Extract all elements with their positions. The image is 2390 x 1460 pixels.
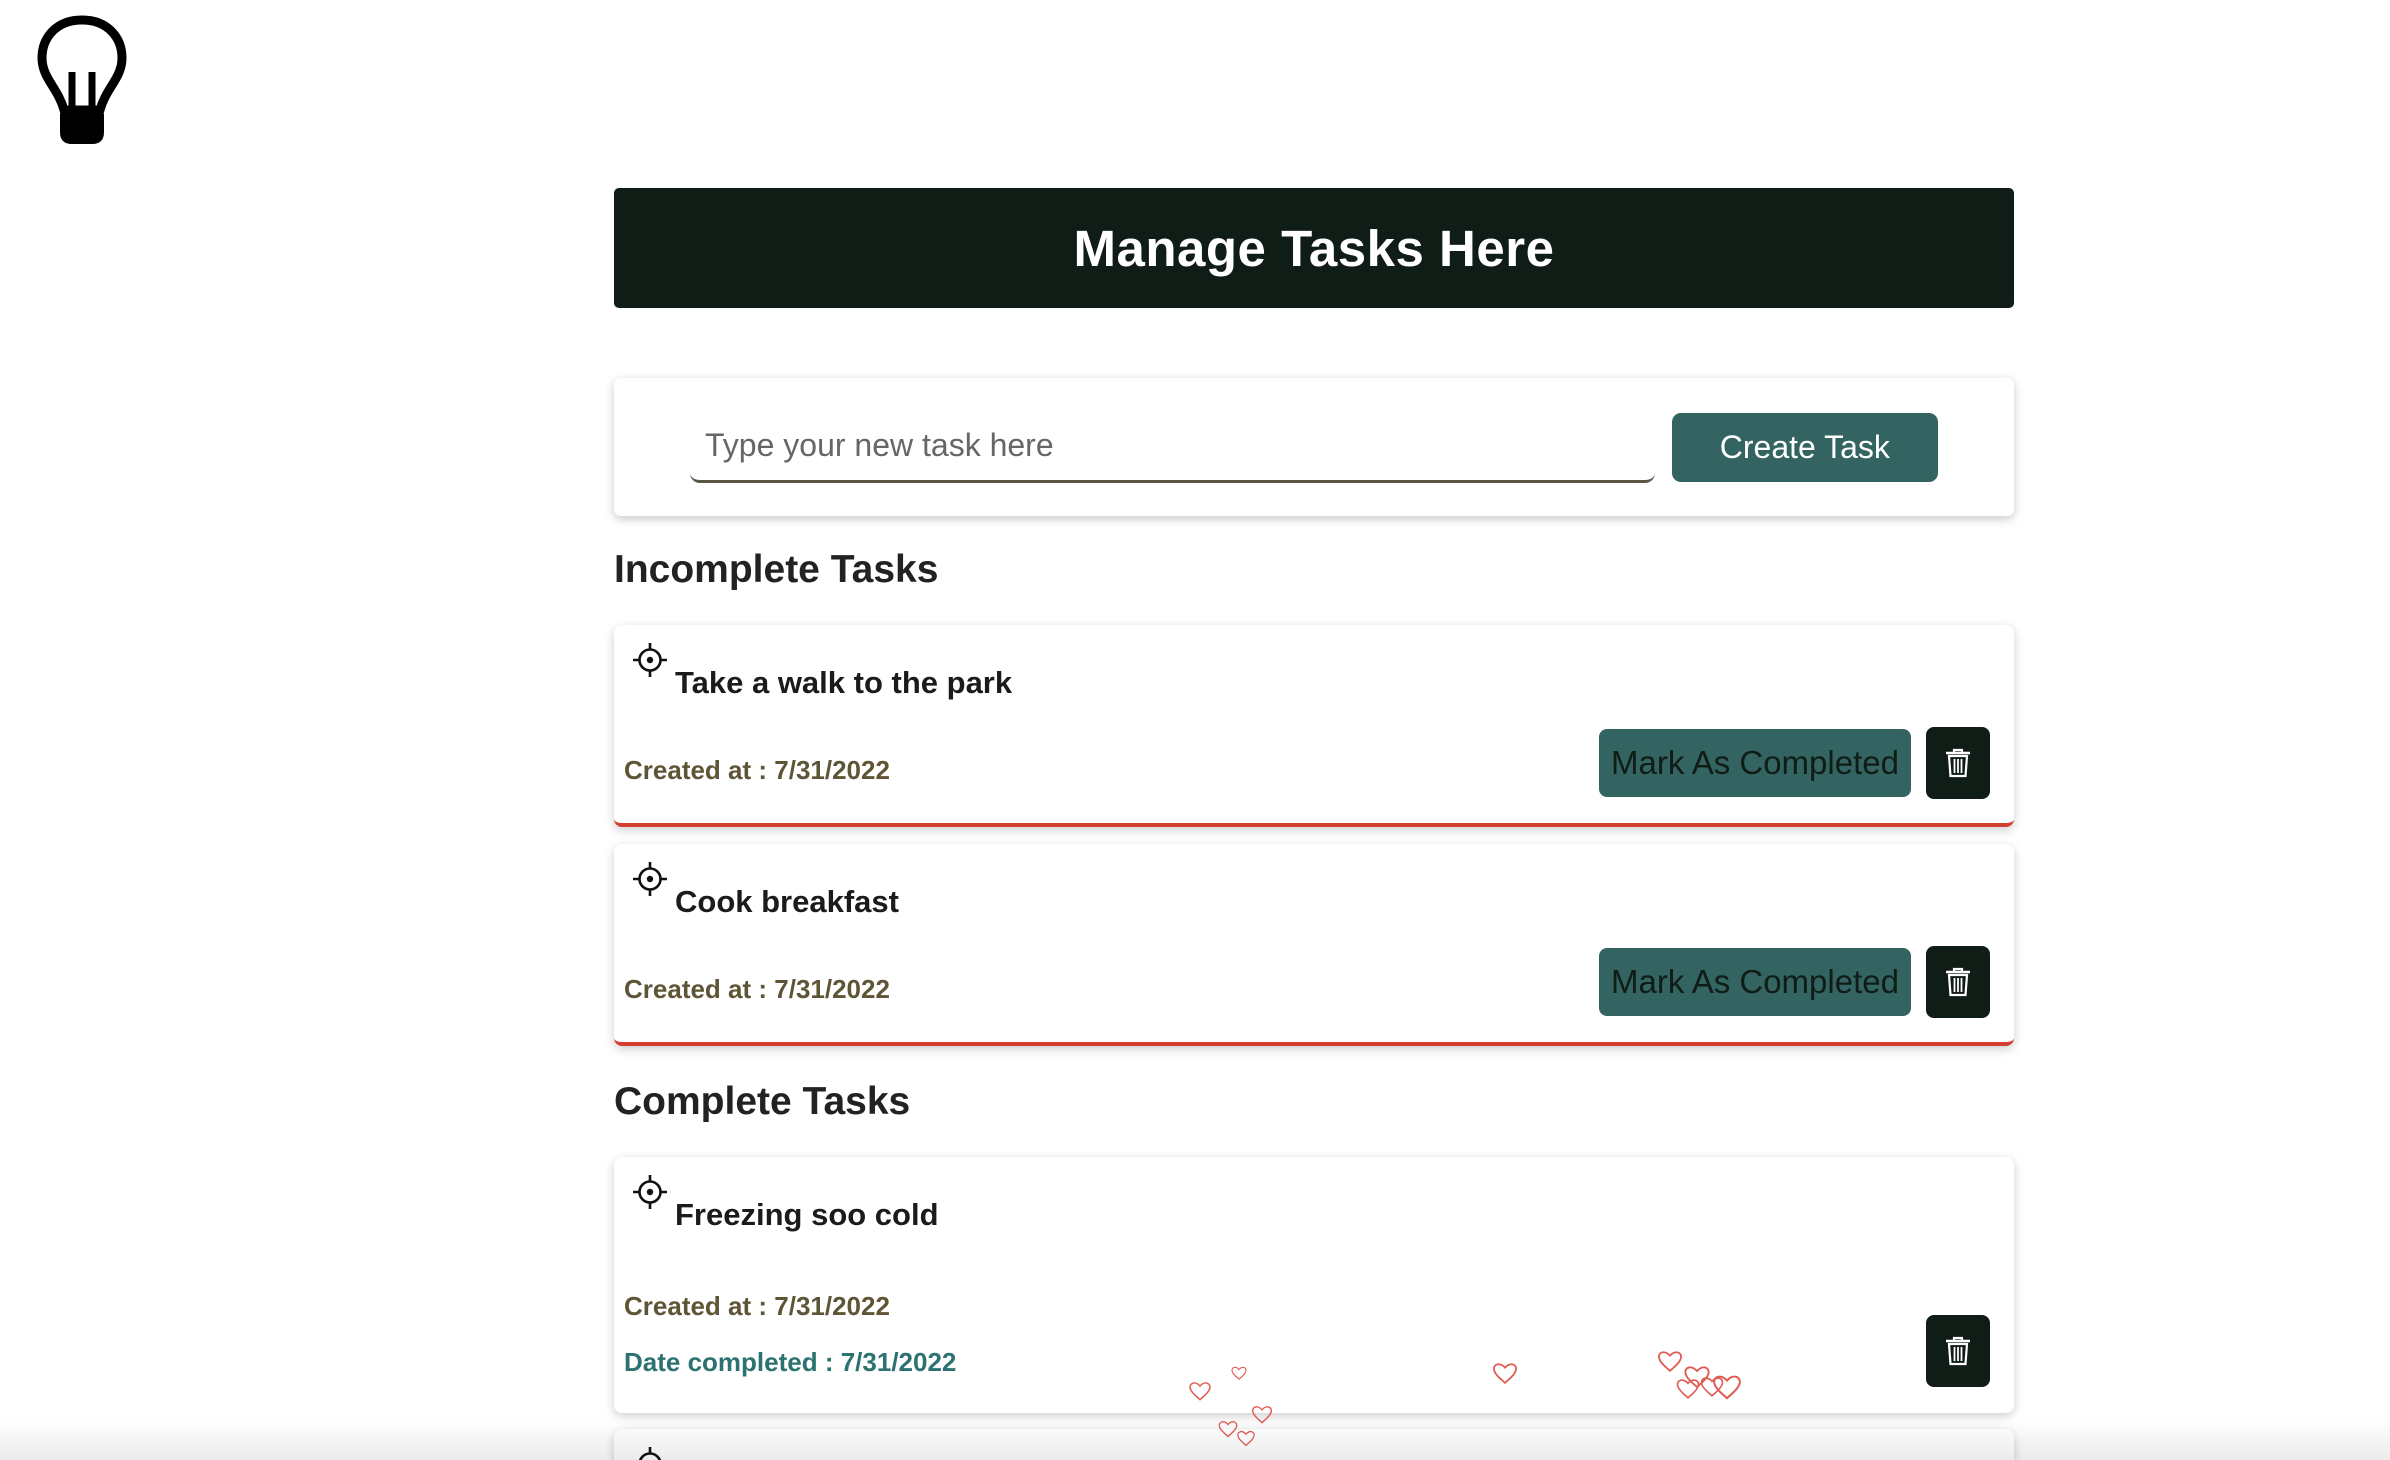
task-completed-date: Date completed : 7/31/2022 [624,1347,957,1377]
lightbulb-icon[interactable] [34,14,130,148]
page-header: Manage Tasks Here [614,188,2014,308]
delete-task-button[interactable] [1926,727,1990,799]
page: Manage Tasks Here Create Task Incomplete… [0,0,2390,1460]
completed-task-card: Freezing soo cold Created at : 7/31/2022… [614,1157,2014,1413]
trash-icon [1946,967,1970,997]
trash-icon [1946,748,1970,778]
crosshair-icon [633,1175,667,1209]
task-created-date: Created at : 7/31/2022 [624,974,890,1004]
task-title: Freezing soo cold [675,1197,939,1232]
delete-task-button[interactable] [1926,946,1990,1018]
incomplete-tasks-heading: Incomplete Tasks [614,548,939,591]
main-content: Manage Tasks Here Create Task Incomplete… [614,188,2014,1460]
new-task-input[interactable] [690,411,1655,483]
mark-as-completed-button[interactable]: Mark As Completed [1599,729,1911,797]
create-task-card: Create Task [614,378,2014,516]
task-title: Take a walk to the park [675,665,1013,700]
task-card: Cook breakfast Created at : 7/31/2022 Ma… [614,844,2014,1046]
task-created-date: Created at : 7/31/2022 [624,755,890,785]
task-title: Cook breakfast [675,884,899,919]
crosshair-icon [633,643,667,677]
mark-as-completed-button[interactable]: Mark As Completed [1599,948,1911,1016]
trash-icon [1946,1336,1970,1366]
bottom-fade [0,1420,2390,1460]
create-task-button[interactable]: Create Task [1671,412,1938,482]
delete-task-button[interactable] [1926,1315,1990,1387]
task-card: Take a walk to the park Created at : 7/3… [614,625,2014,827]
complete-tasks-heading: Complete Tasks [614,1080,911,1123]
page-title: Manage Tasks Here [1073,219,1555,277]
crosshair-icon [633,862,667,896]
task-created-date: Created at : 7/31/2022 [624,1291,890,1321]
